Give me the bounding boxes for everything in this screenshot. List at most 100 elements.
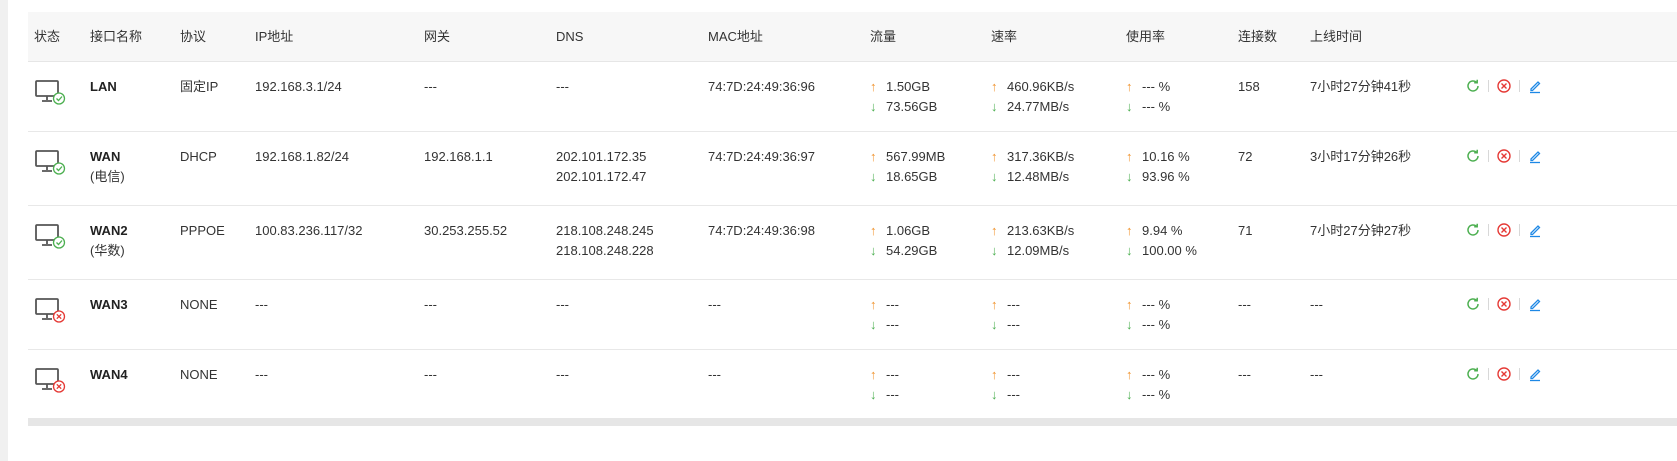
usage-cell: ↑ 9.94 % ↓ 100.00 % [1126, 221, 1197, 261]
interface-name: WAN2 [90, 223, 128, 238]
arrow-up-icon: ↑ [1126, 297, 1133, 312]
arrow-down-icon: ↓ [991, 387, 998, 402]
refresh-icon[interactable] [1465, 222, 1481, 238]
row-actions [1465, 366, 1543, 382]
table-header: 状态 接口名称 协议 IP地址 网关 DNS MAC地址 流量 速率 使用率 连… [28, 12, 1677, 62]
rate-up-value: 460.96KB/s [1007, 79, 1075, 94]
interface-name-cell: WAN4 [90, 365, 128, 405]
header-protocol: 协议 [180, 29, 207, 44]
arrow-up-icon: ↑ [870, 223, 877, 238]
header-connections: 连接数 [1238, 29, 1278, 44]
protocol-value: 固定IP [180, 79, 219, 94]
header-name: 接口名称 [90, 29, 143, 44]
action-divider [1488, 368, 1489, 380]
header-status: 状态 [34, 29, 61, 44]
header-online-time: 上线时间 [1310, 29, 1363, 44]
interface-name: WAN4 [90, 367, 128, 382]
protocol-value: DHCP [180, 149, 217, 164]
flow-cell: ↑ --- ↓ --- [870, 365, 899, 405]
monitor-check-icon [34, 222, 66, 250]
disconnect-icon[interactable] [1496, 222, 1512, 238]
header-flow: 流量 [870, 29, 897, 44]
arrow-up-icon: ↑ [991, 297, 998, 312]
mac-value: --- [708, 297, 721, 312]
arrow-down-icon: ↓ [1126, 99, 1133, 114]
flow-cell: ↑ --- ↓ --- [870, 295, 899, 335]
action-divider [1519, 224, 1520, 236]
monitor-check-icon [34, 78, 66, 106]
protocol-value: NONE [180, 297, 218, 312]
connections-value: 71 [1238, 223, 1253, 238]
dns-cell: --- [556, 365, 569, 405]
action-divider [1519, 150, 1520, 162]
dns-secondary [556, 385, 569, 405]
horizontal-scrollbar[interactable] [28, 418, 1677, 426]
edit-icon[interactable] [1527, 148, 1543, 164]
mac-value: --- [708, 367, 721, 382]
ip-value: 100.83.236.117/32 [255, 223, 363, 238]
refresh-icon[interactable] [1465, 366, 1481, 382]
dns-primary: --- [556, 367, 569, 382]
row-actions [1465, 148, 1543, 164]
interface-name-cell: WAN (电信) [90, 147, 125, 187]
gateway-value: 192.168.1.1 [424, 149, 493, 164]
row-actions [1465, 78, 1543, 94]
edit-icon[interactable] [1527, 78, 1543, 94]
rate-down-value: 24.77MB/s [1007, 99, 1070, 114]
refresh-icon[interactable] [1465, 296, 1481, 312]
header-gateway: 网关 [424, 29, 451, 44]
arrow-up-icon: ↑ [1126, 367, 1133, 382]
dns-cell: 202.101.172.35 202.101.172.47 [556, 147, 646, 187]
disconnect-icon[interactable] [1496, 78, 1512, 94]
rate-down-value: 12.09MB/s [1007, 243, 1070, 258]
interface-name: WAN [90, 149, 121, 164]
interface-panel: 状态 接口名称 协议 IP地址 网关 DNS MAC地址 流量 速率 使用率 连… [8, 0, 1677, 461]
disconnect-icon[interactable] [1496, 148, 1512, 164]
arrow-up-icon: ↑ [991, 79, 998, 94]
arrow-up-icon: ↑ [870, 367, 877, 382]
refresh-icon[interactable] [1465, 148, 1481, 164]
rate-up-value: 213.63KB/s [1007, 223, 1075, 238]
arrow-down-icon: ↓ [1126, 169, 1133, 184]
row-actions [1465, 296, 1543, 312]
arrow-down-icon: ↓ [1126, 317, 1133, 332]
arrow-down-icon: ↓ [991, 243, 998, 258]
header-rate: 速率 [991, 29, 1018, 44]
dns-primary: 202.101.172.35 [556, 149, 647, 164]
edit-icon[interactable] [1527, 366, 1543, 382]
flow-down-value: --- [886, 387, 899, 402]
usage-up-value: --- % [1142, 297, 1171, 312]
edit-icon[interactable] [1527, 222, 1543, 238]
arrow-up-icon: ↑ [1126, 223, 1133, 238]
usage-cell: ↑ --- % ↓ --- % [1126, 77, 1170, 117]
action-divider [1519, 298, 1520, 310]
rate-cell: ↑ 213.63KB/s ↓ 12.09MB/s [991, 221, 1074, 261]
gateway-value: --- [424, 367, 437, 382]
usage-down-value: --- % [1142, 99, 1171, 114]
flow-down-value: 73.56GB [886, 99, 938, 114]
disconnect-icon[interactable] [1496, 296, 1512, 312]
table-row: LAN 固定IP 192.168.3.1/24 --- --- 74:7D:24:49:3… [28, 62, 1677, 132]
rate-cell: ↑ --- ↓ --- [991, 365, 1020, 405]
monitor-check-icon [34, 148, 66, 176]
refresh-icon[interactable] [1465, 78, 1481, 94]
interface-isp [90, 315, 128, 335]
ip-value: 192.168.1.82/24 [255, 149, 349, 164]
protocol-value: PPPOE [180, 223, 225, 238]
dns-secondary: 218.108.248.228 [556, 243, 654, 258]
arrow-down-icon: ↓ [991, 317, 998, 332]
arrow-down-icon: ↓ [870, 99, 877, 114]
usage-up-value: 10.16 % [1142, 149, 1190, 164]
disconnect-icon[interactable] [1496, 366, 1512, 382]
left-gutter [0, 0, 8, 461]
rate-down-value: --- [1007, 317, 1020, 332]
flow-cell: ↑ 567.99MB ↓ 18.65GB [870, 147, 945, 187]
interface-table: 状态 接口名称 协议 IP地址 网关 DNS MAC地址 流量 速率 使用率 连… [28, 12, 1677, 420]
rate-cell: ↑ --- ↓ --- [991, 295, 1020, 335]
edit-icon[interactable] [1527, 296, 1543, 312]
rate-down-value: --- [1007, 387, 1020, 402]
flow-down-value: 18.65GB [886, 169, 938, 184]
interface-name: LAN [90, 79, 117, 94]
table-row: WAN2 (华数) PPPOE 100.83.236.117/32 30.253.255… [28, 206, 1677, 280]
connections-value: 72 [1238, 149, 1253, 164]
